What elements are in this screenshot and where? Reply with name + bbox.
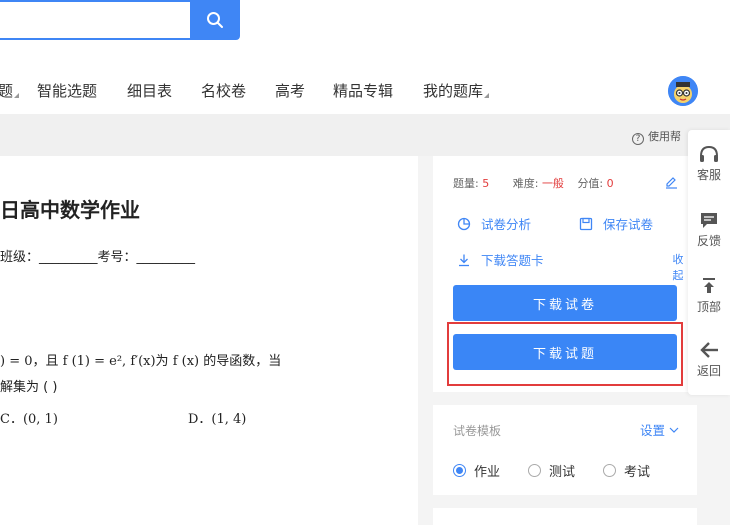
chevron-down-icon [669, 427, 679, 433]
collapse-toggle[interactable]: 收起 [671, 252, 685, 284]
paper-preview: 日高中数学作业 班级：_________考号：_________ ) = 0，且… [0, 156, 418, 525]
option-c: C．(0, 1) [0, 412, 58, 427]
download-paper-button[interactable]: 下载试卷 [453, 285, 677, 321]
template-label: 试卷模板 [453, 424, 502, 438]
search-icon [207, 12, 223, 28]
radio-icon [528, 464, 541, 477]
avatar[interactable] [668, 76, 698, 106]
chat-icon [701, 213, 717, 228]
arrow-up-icon [703, 278, 715, 293]
paper-title: 日高中数学作业 [0, 198, 140, 222]
main-nav: 题 智能选题 细目表 名校卷 高考 精品专辑 我的题库 [0, 68, 730, 114]
nav-item-gaokao[interactable]: 高考 [275, 80, 305, 101]
template-option-exam[interactable]: 考试 [603, 461, 650, 480]
toolbar-band: ? 使用帮 [0, 114, 730, 156]
nav-item-my-bank[interactable]: 我的题库 [423, 80, 490, 101]
dropdown-caret-icon [14, 93, 20, 98]
nav-item-featured[interactable]: 精品专辑 [333, 80, 393, 101]
question-icon: ? [632, 133, 644, 145]
paper-stats: 题量: 5 难度: 一般 分值: 0 [453, 177, 614, 190]
download-icon [459, 254, 469, 266]
template-option-test[interactable]: 测试 [528, 461, 575, 480]
template-option-homework[interactable]: 作业 [453, 461, 500, 480]
edit-icon[interactable] [665, 174, 678, 193]
nav-item-school-papers[interactable]: 名校卷 [201, 80, 246, 101]
pie-chart-icon [457, 217, 471, 230]
feedback-button[interactable]: 反馈 [688, 210, 730, 249]
radio-icon [603, 464, 616, 477]
help-link[interactable]: ? 使用帮 [632, 128, 681, 145]
headset-icon [700, 145, 718, 162]
arrow-left-icon [700, 342, 718, 358]
back-to-top-button[interactable]: 顶部 [688, 276, 730, 315]
dropdown-caret-icon [484, 93, 490, 98]
radio-selected-icon [453, 464, 466, 477]
search-input[interactable] [0, 0, 192, 40]
nav-item-spec-table[interactable]: 细目表 [127, 80, 172, 101]
analysis-link[interactable]: 试卷分析 [457, 214, 531, 233]
nav-item-smart-select[interactable]: 智能选题 [37, 80, 97, 101]
next-card [433, 508, 697, 525]
nav-item-partial[interactable]: 题 [0, 80, 20, 101]
template-card: 试卷模板 设置 作业 测试 考试 [433, 405, 697, 495]
search-button[interactable] [190, 0, 240, 40]
save-paper-link[interactable]: 保存试卷 [579, 214, 653, 233]
option-d: D．(1, 4) [188, 412, 247, 427]
floating-sidebar: 客服 反馈 顶部 返回 [688, 130, 730, 395]
user-avatar-icon [668, 76, 698, 106]
question-text-line2: 解集为 ( ) [0, 380, 58, 395]
paper-info: 班级：_________考号：_________ [0, 250, 196, 265]
customer-service-button[interactable]: 客服 [688, 144, 730, 183]
top-bar [0, 0, 730, 68]
template-settings-link[interactable]: 设置 [640, 420, 679, 439]
save-icon [579, 217, 593, 230]
go-back-button[interactable]: 返回 [688, 340, 730, 379]
download-answer-card-link[interactable]: 下载答题卡 [457, 250, 544, 269]
question-text-line1: ) = 0，且 f (1) = e², f′(x)为 f (x) 的导函数，当 [0, 354, 282, 369]
highlight-box [447, 322, 683, 386]
